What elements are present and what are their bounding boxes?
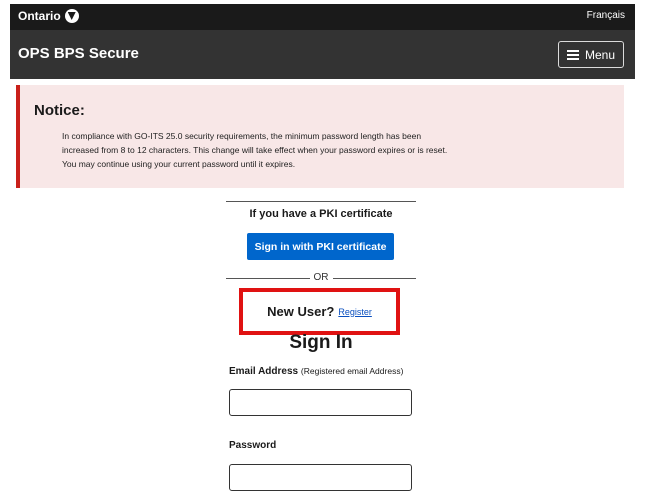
- email-field[interactable]: [229, 389, 412, 416]
- language-toggle-link[interactable]: Français: [587, 10, 625, 21]
- ontario-logo[interactable]: Ontario: [18, 9, 79, 23]
- email-hint: (Registered email Address): [300, 366, 404, 376]
- menu-button[interactable]: Menu: [558, 41, 624, 68]
- password-field[interactable]: [229, 464, 412, 491]
- pki-top-divider: [226, 201, 416, 202]
- notice-body: In compliance with GO-ITS 25.0 security …: [62, 129, 602, 171]
- email-label: Email Address (Registered email Address): [229, 366, 403, 377]
- email-label-text: Email Address: [229, 366, 299, 377]
- app-title: OPS BPS Secure: [18, 45, 139, 62]
- pki-signin-button[interactable]: Sign in with PKI certificate: [247, 233, 394, 260]
- notice-line: increased from 8 to 12 characters. This …: [62, 145, 448, 155]
- hamburger-icon: [566, 50, 579, 60]
- signin-title: Sign In: [289, 332, 353, 353]
- notice-banner: Notice: In compliance with GO-ITS 25.0 s…: [16, 85, 624, 188]
- password-label: Password: [229, 440, 277, 451]
- register-link[interactable]: Register: [338, 307, 372, 317]
- ontario-top-bar: Ontario Français: [10, 4, 635, 30]
- notice-title: Notice:: [34, 102, 85, 119]
- new-user-highlight-box: New User? Register: [239, 288, 400, 335]
- or-label: OR: [309, 272, 333, 283]
- or-separator: OR: [226, 272, 416, 283]
- trillium-icon: [64, 9, 79, 23]
- pki-heading: If you have a PKI certificate: [249, 208, 393, 220]
- menu-button-label: Menu: [584, 47, 616, 62]
- notice-line: In compliance with GO-ITS 25.0 security …: [62, 131, 422, 141]
- notice-line: You may continue using your current pass…: [62, 159, 296, 169]
- app-header: OPS BPS Secure Menu: [10, 30, 635, 79]
- page: Ontario Français OPS BPS Secure Menu Not…: [0, 0, 649, 499]
- new-user-label: New User?: [267, 304, 335, 319]
- ontario-wordmark: Ontario: [18, 9, 61, 23]
